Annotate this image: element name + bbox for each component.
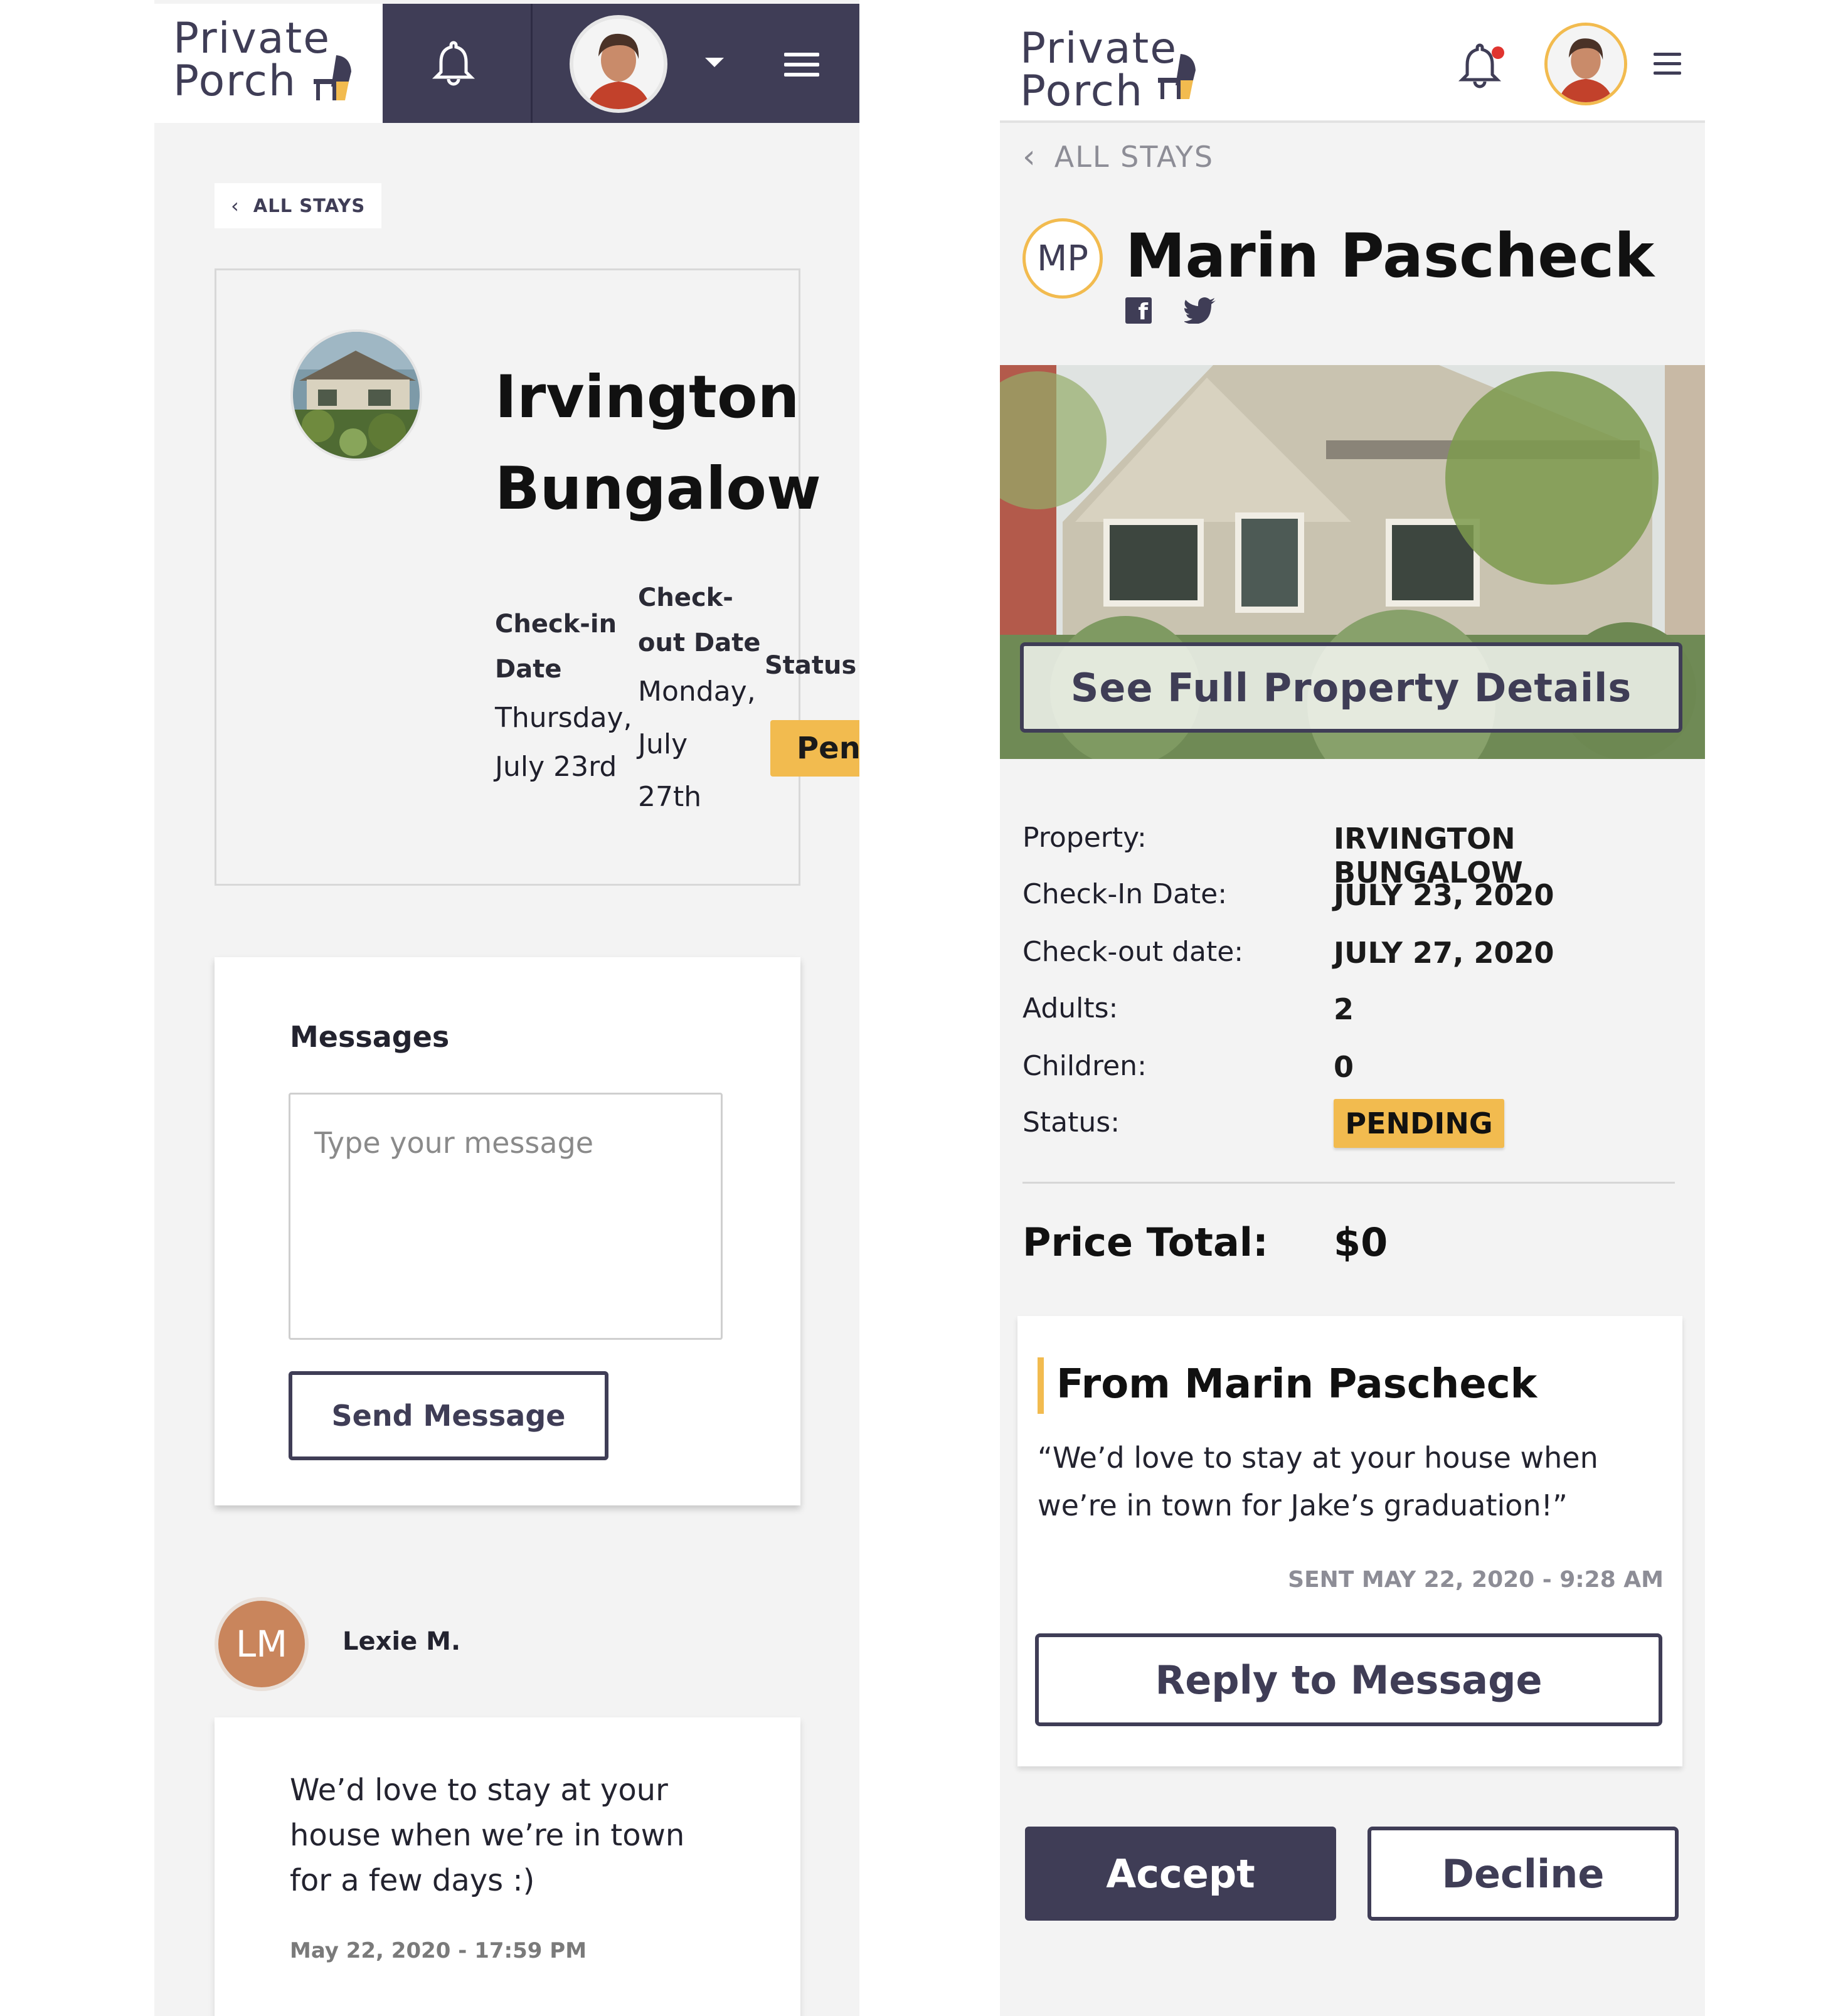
chevron-left-icon: ‹: [1022, 138, 1037, 176]
all-stays-label: ALL STAYS: [1054, 140, 1214, 174]
stay-title: Irvington Bungalow: [495, 352, 821, 535]
checkin-value-2: July 23rd: [495, 751, 617, 783]
stay-summary-card: Irvington Bungalow Check-in Date Thursda…: [215, 268, 856, 886]
chevron-left-icon: ‹: [231, 194, 240, 218]
user-avatar[interactable]: [570, 15, 667, 113]
hamburger-menu-icon[interactable]: [1654, 53, 1681, 75]
sender-name: Lexie M.: [343, 1627, 461, 1656]
adults-label: Adults:: [1022, 992, 1118, 1024]
house-photo: [293, 332, 420, 459]
checkout-value-3: 27th: [638, 781, 702, 813]
accent-bar: [1038, 1357, 1044, 1414]
user-avatar[interactable]: [1544, 23, 1627, 105]
right-screen: Private Porch ‹ ALL STAYS MP Marin Pasch…: [1000, 0, 1705, 2016]
checkout-value-2: July: [638, 728, 688, 760]
guest-avatar: MP: [1022, 218, 1103, 299]
stay-title-line2: Bungalow: [495, 455, 821, 523]
divider: [1022, 1182, 1675, 1184]
checkout-column: Check- out Date Monday, July 27th: [638, 575, 760, 824]
user-photo: [1548, 26, 1624, 102]
checkin-column: Check-in Date Thursday, July 23rd: [495, 602, 632, 793]
top-navbar: [383, 4, 859, 123]
checkin-date-label: Check-In Date:: [1022, 878, 1228, 910]
stay-title-line1: Irvington: [495, 363, 800, 432]
see-full-property-details-button[interactable]: See Full Property Details: [1020, 642, 1682, 733]
notification-dot: [1492, 46, 1504, 59]
porch-chair-icon: [1158, 54, 1196, 99]
price-total-value: $0: [1334, 1219, 1388, 1265]
message-text: We’d love to stay at your house when we’…: [290, 1773, 685, 1898]
message-timestamp: May 22, 2020 - 17:59 PM: [290, 1938, 587, 1963]
checkout-date-label: Check-out date:: [1022, 936, 1244, 968]
message-sent-time: SENT MAY 22, 2020 - 9:28 AM: [1288, 1567, 1664, 1593]
brand-line2: Porch: [1020, 66, 1144, 116]
brand-logo[interactable]: Private Porch: [173, 18, 331, 103]
message-from-title: From Marin Pascheck: [1056, 1361, 1537, 1408]
price-total-label: Price Total:: [1022, 1219, 1268, 1265]
property-hero-image: See Full Property Details: [1000, 365, 1705, 759]
send-message-button[interactable]: Send Message: [289, 1371, 608, 1460]
all-stays-link[interactable]: ‹ ALL STAYS: [1022, 138, 1214, 176]
checkin-value: Thursday,: [495, 702, 632, 734]
reply-to-message-button[interactable]: Reply to Message: [1035, 1633, 1662, 1726]
caret-down-icon[interactable]: [705, 58, 724, 67]
messages-title: Messages: [290, 1020, 450, 1054]
checkout-label-2: out Date: [638, 629, 761, 657]
message-quote: “We’d love to stay at your house when we…: [1038, 1441, 1598, 1522]
top-header: Private Porch: [1000, 0, 1705, 123]
status-badge: PENDING: [1334, 1099, 1504, 1148]
facebook-icon[interactable]: f: [1125, 297, 1152, 324]
user-photo: [573, 19, 664, 109]
checkout-value: Monday,: [638, 676, 756, 708]
children-label: Children:: [1022, 1050, 1147, 1082]
checkin-label-2: Date: [495, 655, 562, 684]
all-stays-button[interactable]: ‹ ALL STAYS: [215, 183, 381, 228]
status-badge: Pen: [770, 720, 859, 777]
twitter-icon[interactable]: [1184, 297, 1217, 324]
status-column: Status: [765, 643, 856, 688]
porch-chair-icon: [314, 55, 351, 100]
guest-name: Marin Pascheck: [1125, 221, 1655, 291]
brand-line1: Private: [1020, 24, 1178, 73]
all-stays-label: ALL STAYS: [253, 195, 366, 216]
checkout-label: Check-: [638, 583, 733, 612]
messages-card: Messages Type your message Send Message: [215, 957, 800, 1505]
guest-message-card: From Marin Pascheck “We’d love to stay a…: [1017, 1316, 1682, 1766]
hamburger-menu-icon[interactable]: [784, 53, 819, 77]
brand-logo[interactable]: Private Porch: [1020, 28, 1177, 113]
adults-value: 2: [1334, 992, 1354, 1026]
property-label: Property:: [1022, 822, 1147, 854]
message-bubble: We’d love to stay at your house when we’…: [215, 1717, 800, 2016]
checkout-date-value: JULY 27, 2020: [1334, 936, 1554, 970]
children-value: 0: [1334, 1050, 1354, 1084]
checkin-date-value: JULY 23, 2020: [1334, 878, 1554, 912]
top-header: Private Porch: [154, 4, 859, 123]
sender-avatar: LM: [215, 1597, 309, 1691]
brand-line1: Private: [173, 14, 331, 63]
status-label: Status:: [1022, 1106, 1120, 1138]
accept-button[interactable]: Accept: [1025, 1827, 1336, 1921]
left-screen: Private Porch ‹ ALL STAYS Irvington Bung…: [154, 0, 859, 2016]
message-input[interactable]: Type your message: [289, 1093, 723, 1340]
brand-line2: Porch: [173, 56, 297, 106]
property-thumbnail[interactable]: [290, 329, 422, 461]
status-label: Status: [765, 651, 857, 680]
checkin-label: Check-in: [495, 610, 617, 639]
decline-button[interactable]: Decline: [1367, 1827, 1679, 1921]
navbar-divider: [531, 4, 533, 123]
bell-icon[interactable]: [432, 39, 475, 87]
